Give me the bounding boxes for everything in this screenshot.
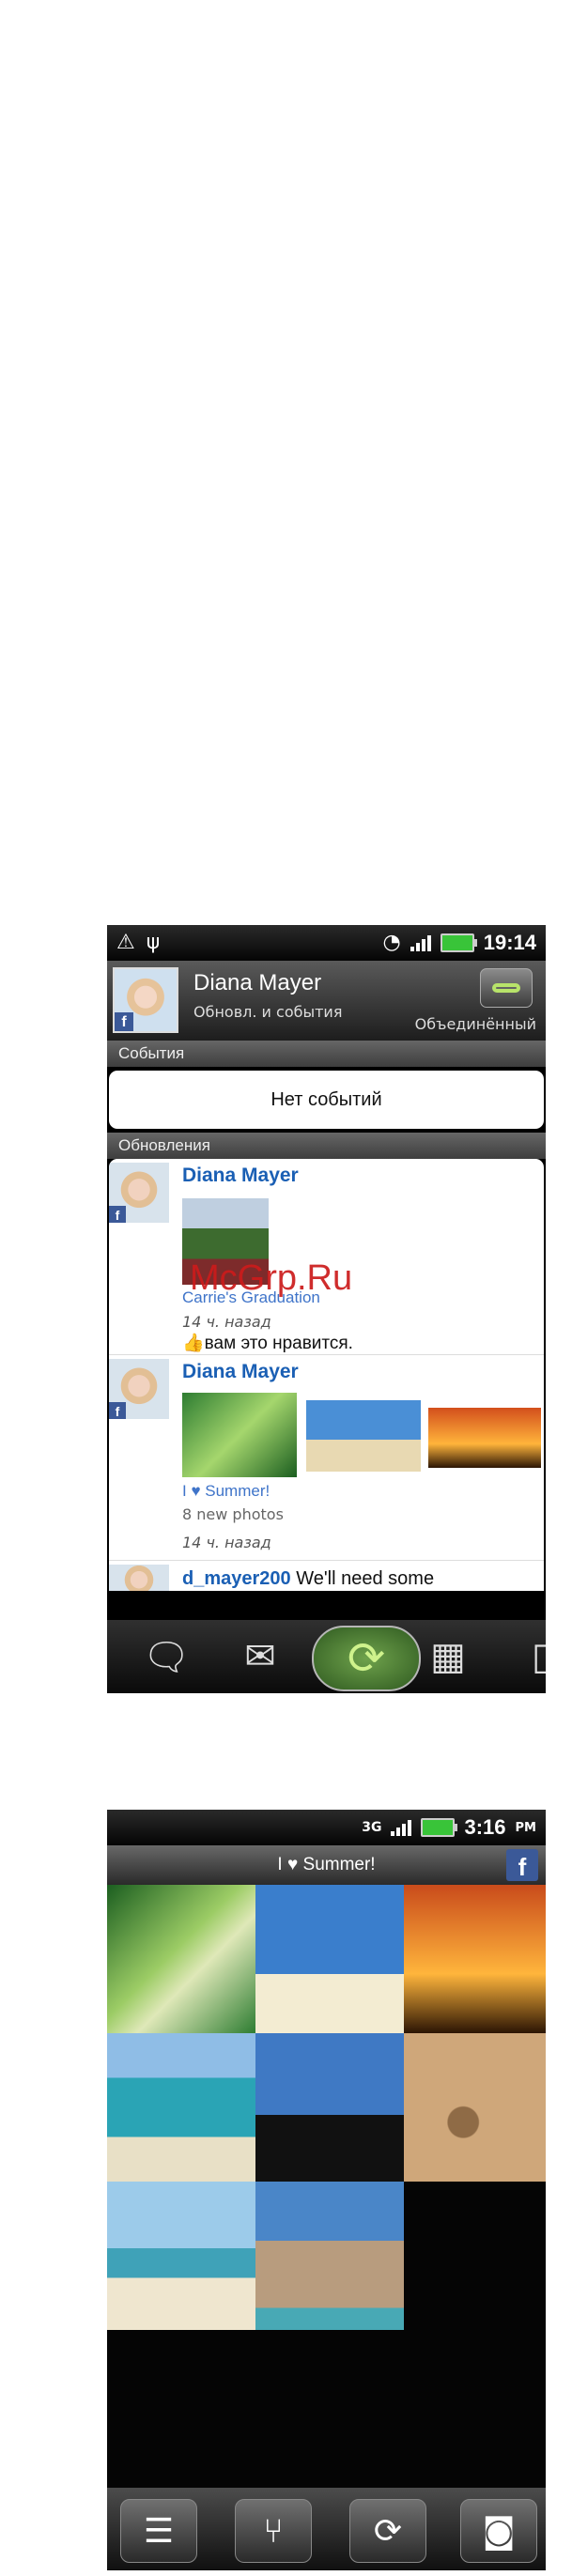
link-icon <box>492 983 520 993</box>
no-events-message: Нет событий <box>109 1071 544 1129</box>
facebook-icon: f <box>115 1012 133 1031</box>
bottom-toolbar: ☰ ⑂ ⟳ ◙ <box>107 2488 546 2570</box>
avatar[interactable]: f <box>109 1359 169 1419</box>
document-icon[interactable]: ▯ <box>511 1627 546 1686</box>
refresh-icon[interactable]: ⟳ <box>312 1626 421 1691</box>
album-screen: 3G 3:16 PM I ♥ Summer! f ☰ ⑂ ⟳ ◙ <box>107 1810 546 2570</box>
status-time: 3:16 <box>464 1815 506 1839</box>
watermark: McGrp.Ru <box>190 1258 353 1298</box>
mail-icon[interactable]: ✉ <box>229 1627 291 1686</box>
signal-icon <box>391 1819 412 1836</box>
photo-thumbnail[interactable] <box>428 1408 541 1468</box>
status-bar: 3G 3:16 PM <box>107 1810 546 1845</box>
avatar[interactable] <box>109 1565 169 1591</box>
status-bar: ⚠ ψ ◔ 19:14 <box>107 925 546 961</box>
photo-tile[interactable] <box>107 2182 255 2330</box>
facebook-icon[interactable]: f <box>506 1849 538 1881</box>
usb-icon: ψ <box>146 931 161 954</box>
photo-thumbnail[interactable] <box>182 1393 297 1477</box>
facebook-icon: f <box>109 1206 126 1223</box>
photo-tile[interactable] <box>404 2033 546 2182</box>
likes-text: вам это нравится. <box>204 1334 353 1353</box>
menu-icon[interactable]: ☰ <box>120 2499 197 2563</box>
avatar[interactable]: f <box>109 1163 169 1223</box>
photo-tile[interactable] <box>404 1885 546 2033</box>
thumbs-up-icon: 👍 <box>182 1334 205 1353</box>
network-type: 3G <box>362 1820 382 1835</box>
post-time: 14 ч. назад <box>182 1534 271 1551</box>
updates-feed[interactable]: f Diana Mayer Carrie's Graduation 14 ч. … <box>109 1159 544 1591</box>
battery-icon <box>421 1818 458 1837</box>
photo-grid[interactable] <box>107 1885 546 2336</box>
album-title-bar: I ♥ Summer! f <box>107 1845 546 1885</box>
friend-profile-screen: ⚠ ψ ◔ 19:14 f Diana Mayer Обновл. и собы… <box>107 925 546 1693</box>
updates-header: Обновления <box>107 1133 546 1159</box>
avatar[interactable]: f <box>113 967 178 1033</box>
link-button[interactable] <box>480 968 533 1008</box>
photo-tile[interactable] <box>107 2033 255 2182</box>
post-author[interactable]: Diana Mayer <box>182 1361 299 1383</box>
bottom-tab-bar: 🗨 ✉ ⟳ ▦ ▯ <box>107 1620 546 1693</box>
post-author[interactable]: Diana Mayer <box>182 1165 299 1187</box>
album-title[interactable]: I ♥ Summer! <box>182 1482 270 1501</box>
warning-icon: ⚠ <box>116 931 135 954</box>
photo-tile[interactable] <box>107 1885 255 2033</box>
list-item[interactable]: f Diana Mayer Carrie's Graduation 14 ч. … <box>109 1159 544 1355</box>
wifi-icon: ◔ <box>382 931 401 954</box>
profile-subtitle: Обновл. и события <box>193 1003 343 1021</box>
linked-label: Объединённый <box>414 1015 536 1033</box>
message-compose-icon[interactable]: 🗨 <box>135 1627 197 1686</box>
status-time: 19:14 <box>483 931 536 954</box>
post-text: We'll need some <box>296 1568 435 1589</box>
gallery-icon[interactable]: ▦ <box>417 1627 479 1686</box>
profile-name: Diana Mayer <box>193 970 322 995</box>
photo-tile[interactable] <box>255 2033 404 2182</box>
list-item[interactable]: d_mayer200 We'll need some <box>109 1561 544 1591</box>
album-title: I ♥ Summer! <box>277 1855 376 1874</box>
signal-icon <box>410 934 431 951</box>
battery-icon <box>440 933 477 952</box>
post-time: 14 ч. назад <box>182 1313 271 1331</box>
share-icon[interactable]: ⑂ <box>235 2499 312 2563</box>
camera-icon[interactable]: ◙ <box>460 2499 537 2563</box>
post-author[interactable]: d_mayer200 <box>182 1568 291 1589</box>
facebook-icon: f <box>109 1402 126 1419</box>
photo-tile[interactable] <box>255 2182 404 2330</box>
list-item[interactable]: f Diana Mayer I ♥ Summer! 8 new photos 1… <box>109 1355 544 1561</box>
refresh-icon[interactable]: ⟳ <box>349 2499 426 2563</box>
photo-tile[interactable] <box>255 1885 404 2033</box>
status-ampm: PM <box>515 1820 536 1835</box>
photo-thumbnail[interactable] <box>306 1400 421 1472</box>
profile-header: f Diana Mayer Обновл. и события Объединё… <box>107 961 546 1041</box>
photo-count: 8 new photos <box>182 1505 284 1523</box>
events-header: События <box>107 1041 546 1067</box>
